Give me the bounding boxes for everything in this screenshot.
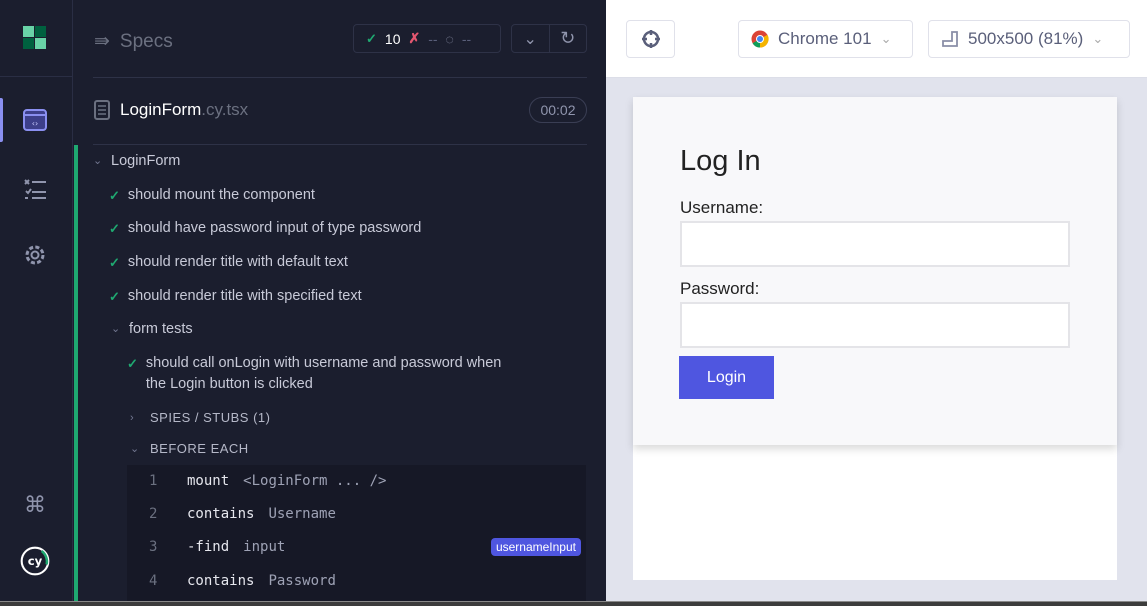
settings-gear-icon[interactable] xyxy=(20,240,50,270)
password-label: Password: xyxy=(680,279,760,298)
test-item[interactable]: ✓ should have password input of type pass… xyxy=(109,218,421,239)
command-arg: input xyxy=(243,539,286,555)
suite-loginform[interactable]: ⌄ LoginForm xyxy=(93,151,180,172)
suite-form-tests[interactable]: ⌄ form tests xyxy=(111,319,193,340)
active-indicator xyxy=(0,98,3,142)
chevron-down-icon: ⌄ xyxy=(1092,31,1104,46)
keyboard-shortcuts-icon[interactable]: ⌘ xyxy=(20,490,50,520)
test-title: should render title with specified text xyxy=(127,288,362,304)
cypress-logo-icon[interactable]: cy xyxy=(20,546,50,576)
viewport-label: 500x500 (81%) xyxy=(968,29,1084,48)
login-form: Log In Username: Password: Login xyxy=(633,97,1117,445)
alias-badge: usernameInput xyxy=(490,538,581,556)
command-number: 3 xyxy=(149,539,158,555)
command-row[interactable]: 4 contains Password xyxy=(127,566,586,596)
password-input[interactable] xyxy=(680,302,1070,348)
pass-indicator-bar xyxy=(74,145,78,606)
failed-icon: ✗ xyxy=(408,30,421,46)
username-label: Username: xyxy=(680,198,764,217)
test-stats: ✓ 10 ✗ -- ◌ -- xyxy=(353,24,501,53)
check-icon: ✓ xyxy=(109,255,120,270)
test-item-expanded[interactable]: ✓ should call onLogin with username and p… xyxy=(127,353,501,395)
check-icon: ✓ xyxy=(109,188,120,203)
pending-count: -- xyxy=(461,30,472,47)
run-controls: ⌄ ↻ xyxy=(511,24,587,53)
file-ext: .cy.tsx xyxy=(201,100,249,119)
passed-icon: ✓ xyxy=(366,30,377,46)
command-log: 1 mount <LoginForm ... /> 2 contains Usernam… xyxy=(127,465,586,606)
test-title-line2: the Login button is clicked xyxy=(145,376,313,392)
chevron-down-icon: ⌄ xyxy=(880,31,892,46)
failed-count: -- xyxy=(428,30,438,47)
crosshair-icon xyxy=(641,30,660,48)
command-row[interactable]: 3 -find input usernameInput xyxy=(127,532,586,562)
browser-select[interactable]: Chrome 101 ⌄ xyxy=(738,20,913,58)
before-each-label: BEFORE EACH xyxy=(150,441,249,456)
spec-file-header: LoginForm.cy.tsx xyxy=(94,100,248,120)
chevron-right-icon: › xyxy=(130,411,135,424)
test-item[interactable]: ✓ should render title with specified text xyxy=(109,286,362,307)
chevron-down-icon: ⌄ xyxy=(93,155,103,167)
test-title: should render title with default text xyxy=(127,254,348,270)
command-number: 4 xyxy=(149,573,158,589)
spies-stubs-toggle[interactable]: › SPIES / STUBS (1) xyxy=(130,410,270,425)
login-button[interactable]: Login xyxy=(679,356,774,399)
test-title: should mount the component xyxy=(127,187,315,203)
specs-nav-icon[interactable]: ‹› xyxy=(20,105,50,135)
passed-count: 10 xyxy=(384,30,401,47)
reporter-panel: ⇛ Specs ✓ 10 ✗ -- ◌ -- ⌄ ↻ LoginForm.cy.… xyxy=(74,0,606,606)
command-row[interactable]: 1 mount <LoginForm ... /> xyxy=(127,466,586,496)
collapse-chevron-icon[interactable]: ⌄ xyxy=(512,25,550,52)
suite-title: LoginForm xyxy=(111,153,181,169)
preview-panel: Chrome 101 ⌄ 500x500 (81%) ⌄ Log In User… xyxy=(606,0,1147,606)
browser-label: Chrome 101 xyxy=(778,29,872,48)
command-number: 2 xyxy=(149,506,158,522)
specs-header[interactable]: ⇛ Specs xyxy=(94,30,173,53)
check-icon: ✓ xyxy=(127,356,138,371)
command-name: mount xyxy=(187,473,230,489)
cypress-app-logo xyxy=(23,26,47,50)
command-name: contains xyxy=(187,506,255,522)
command-arg: <LoginForm ... /> xyxy=(243,473,387,489)
chevron-down-icon: ⌄ xyxy=(111,323,121,335)
rerun-icon[interactable]: ↻ xyxy=(550,25,587,52)
svg-text:cy: cy xyxy=(28,554,43,568)
command-name: contains xyxy=(187,573,255,589)
svg-text:‹›: ‹› xyxy=(32,119,38,128)
duration: 00:02 xyxy=(529,97,587,123)
chrome-icon xyxy=(751,30,769,48)
runs-list-icon[interactable] xyxy=(20,173,50,203)
command-name: -find xyxy=(187,539,230,555)
before-each-toggle[interactable]: ⌄ BEFORE EACH xyxy=(130,441,249,456)
test-item[interactable]: ✓ should mount the component xyxy=(109,185,315,206)
window-bottom-border xyxy=(0,601,1147,606)
test-title: should have password input of type passw… xyxy=(127,220,422,236)
side-nav: ‹› ⌘ cy xyxy=(0,0,73,606)
pending-icon: ◌ xyxy=(445,30,454,47)
file-icon xyxy=(94,100,110,120)
ruler-icon xyxy=(942,31,958,47)
command-row[interactable]: 2 contains Username xyxy=(127,499,586,529)
preview-toolbar: Chrome 101 ⌄ 500x500 (81%) ⌄ xyxy=(606,0,1147,78)
app-under-test-frame: Log In Username: Password: Login xyxy=(633,97,1117,580)
chevron-down-icon: ⌄ xyxy=(130,443,140,455)
suite-title: form tests xyxy=(129,321,193,337)
command-arg: Username xyxy=(268,506,336,522)
spies-label: SPIES / STUBS (1) xyxy=(150,410,271,425)
specs-menu-icon: ⇛ xyxy=(94,31,110,52)
specs-title: Specs xyxy=(119,30,173,52)
viewport-select[interactable]: 500x500 (81%) ⌄ xyxy=(928,20,1130,58)
login-title: Log In xyxy=(680,145,761,177)
command-number: 1 xyxy=(149,473,158,489)
command-arg: Password xyxy=(268,573,336,589)
check-icon: ✓ xyxy=(109,289,120,304)
check-icon: ✓ xyxy=(109,221,120,236)
file-name: LoginForm xyxy=(120,100,202,119)
test-item[interactable]: ✓ should render title with default text xyxy=(109,252,348,273)
selector-playground-button[interactable] xyxy=(626,20,675,58)
username-input[interactable] xyxy=(680,221,1070,267)
test-title-line1: should call onLogin with username and pa… xyxy=(145,355,502,371)
